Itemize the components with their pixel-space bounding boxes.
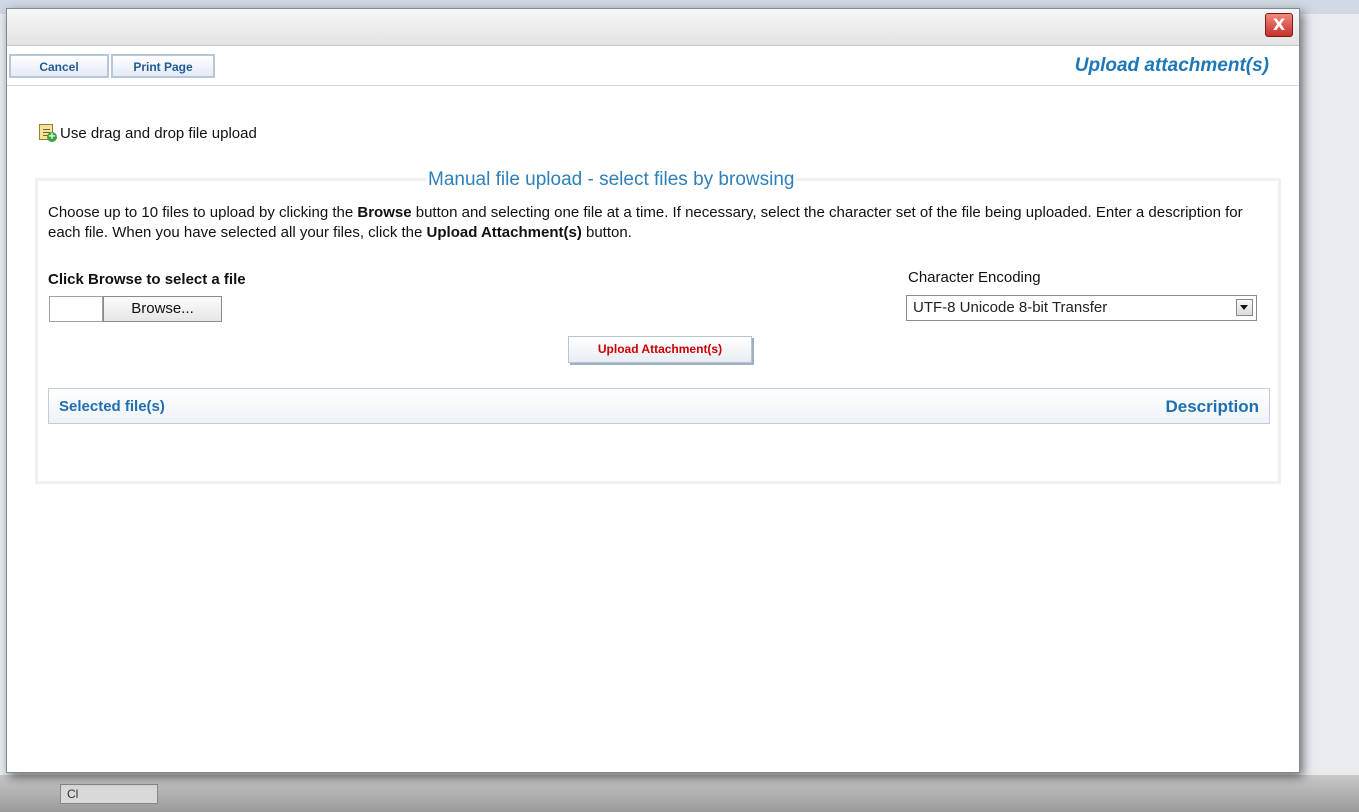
selected-files-table: Selected file(s) Description bbox=[48, 388, 1270, 424]
encoding-selected-value: UTF-8 Unicode 8-bit Transfer bbox=[913, 299, 1108, 316]
drag-drop-link[interactable]: + Use drag and drop file upload bbox=[39, 121, 257, 145]
cancel-button[interactable]: Cancel bbox=[9, 54, 109, 78]
print-page-button[interactable]: Print Page bbox=[111, 54, 215, 78]
encoding-label: Character Encoding bbox=[908, 269, 1041, 286]
toolbar: Cancel Print Page Upload attachment(s) bbox=[7, 46, 1299, 86]
manual-upload-fieldset: Manual file upload - select files by bro… bbox=[35, 169, 1281, 484]
browse-label: Click Browse to select a file bbox=[48, 271, 246, 288]
file-path-input[interactable] bbox=[49, 296, 103, 322]
upload-attachments-button[interactable]: Upload Attachment(s) bbox=[568, 336, 752, 363]
upload-instructions: Choose up to 10 files to upload by click… bbox=[48, 204, 1243, 241]
chevron-down-icon[interactable] bbox=[1236, 299, 1253, 316]
close-icon[interactable]: X bbox=[1265, 13, 1293, 37]
encoding-select[interactable]: UTF-8 Unicode 8-bit Transfer bbox=[906, 295, 1257, 321]
background-button: Cl bbox=[60, 784, 158, 804]
column-header-description: Description bbox=[1165, 397, 1259, 416]
background-taskbar bbox=[0, 775, 1359, 812]
column-header-selected-files: Selected file(s) bbox=[59, 398, 165, 415]
drag-drop-label[interactable]: Use drag and drop file upload bbox=[60, 125, 257, 142]
upload-dialog: X Cancel Print Page Upload attachment(s)… bbox=[6, 8, 1300, 773]
page-title: Upload attachment(s) bbox=[1074, 55, 1269, 76]
file-add-icon: + bbox=[39, 124, 57, 142]
dialog-titlebar[interactable]: X bbox=[7, 9, 1299, 46]
browse-button[interactable]: Browse... bbox=[103, 296, 222, 322]
manual-upload-legend: Manual file upload - select files by bro… bbox=[426, 169, 797, 191]
